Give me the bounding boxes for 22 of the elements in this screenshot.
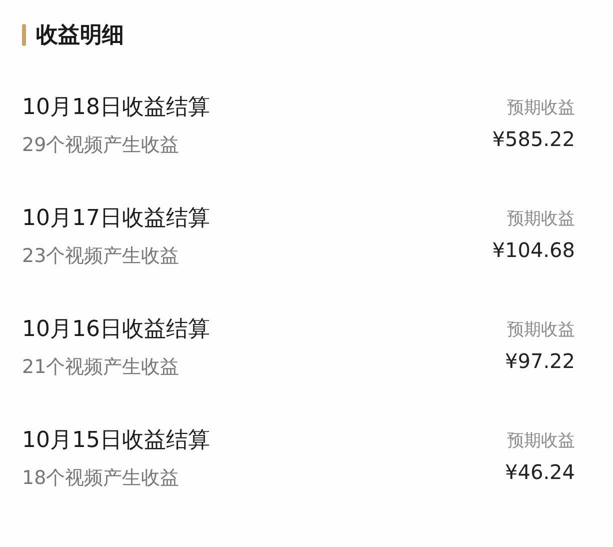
accent-bar: [22, 24, 26, 46]
expected-label: 预期收益: [507, 430, 575, 452]
expected-label: 预期收益: [507, 319, 575, 341]
settlement-item[interactable]: 10月16日收益结算 21个视频产生收益 预期收益 ¥97.22: [22, 314, 575, 425]
amount: ¥104.68: [492, 238, 575, 262]
amount: ¥97.22: [505, 349, 575, 373]
video-count: 23个视频产生收益: [22, 244, 180, 269]
settlement-title: 10月15日收益结算: [22, 427, 210, 455]
expected-label: 预期收益: [507, 97, 575, 119]
amount: ¥46.24: [505, 460, 575, 484]
expected-label: 预期收益: [507, 208, 575, 230]
settlement-item[interactable]: 10月15日收益结算 18个视频产生收益 预期收益 ¥46.24: [22, 425, 575, 536]
settlement-title: 10月18日收益结算: [22, 94, 210, 122]
video-count: 21个视频产生收益: [22, 355, 180, 380]
settlement-title: 10月17日收益结算: [22, 205, 210, 233]
settlement-title: 10月16日收益结算: [22, 316, 210, 344]
settlement-item[interactable]: 10月18日收益结算 29个视频产生收益 预期收益 ¥585.22: [22, 92, 575, 203]
section-title: 收益明细: [36, 22, 124, 50]
video-count: 29个视频产生收益: [22, 133, 180, 158]
amount: ¥585.22: [492, 127, 575, 151]
video-count: 18个视频产生收益: [22, 466, 180, 491]
settlement-item[interactable]: 10月17日收益结算 23个视频产生收益 预期收益 ¥104.68: [22, 203, 575, 314]
